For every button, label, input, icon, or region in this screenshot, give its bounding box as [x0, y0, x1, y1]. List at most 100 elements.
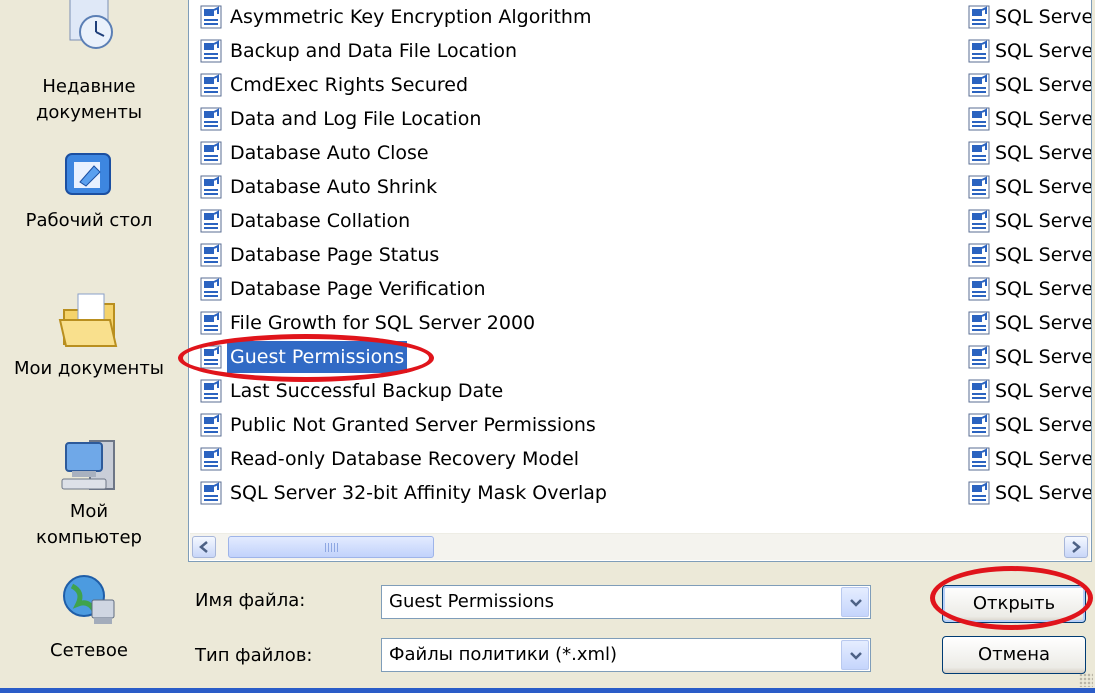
policy-file-icon	[200, 107, 222, 131]
file-row[interactable]: File Growth for SQL Server 2000 SQL Serve	[199, 307, 1091, 339]
place-desktop[interactable]: Рабочий стол	[0, 148, 178, 234]
filename-input[interactable]: Guest Permissions	[389, 586, 554, 618]
policy-file-icon	[200, 175, 222, 199]
policy-file-icon	[968, 175, 990, 199]
file-name: Public Not Granted Server Permissions	[230, 414, 596, 436]
policy-file-icon	[200, 277, 222, 301]
file-type: SQL Serve	[995, 244, 1092, 266]
file-type: SQL Serve	[995, 448, 1092, 470]
file-row[interactable]: Database Page Verification SQL Serve	[199, 273, 1091, 305]
file-row[interactable]: Public Not Granted Server Permissions SQL…	[199, 409, 1091, 441]
policy-file-icon	[968, 379, 990, 403]
file-type: SQL Serve	[995, 210, 1092, 232]
scroll-thumb[interactable]	[228, 536, 434, 558]
filetype-value: Файлы политики (*.xml)	[389, 644, 618, 665]
place-my-documents[interactable]: Мои документы	[0, 290, 178, 382]
policy-file-icon	[968, 413, 990, 437]
policy-file-icon	[968, 277, 990, 301]
file-row[interactable]: Database Collation SQL Serve	[199, 205, 1091, 237]
filetype-combo[interactable]: Файлы политики (*.xml)	[381, 638, 871, 672]
policy-file-icon	[968, 481, 990, 505]
place-label: Мой компьютер	[36, 501, 142, 548]
scroll-right-button[interactable]	[1064, 536, 1088, 558]
policy-file-icon	[200, 447, 222, 471]
place-label: Недавние документы	[35, 76, 143, 123]
file-row[interactable]: Asymmetric Key Encryption Algorithm SQL S…	[199, 1, 1091, 33]
place-label: Рабочий стол	[25, 210, 153, 231]
open-button[interactable]: Открыть	[942, 585, 1086, 623]
filename-combo[interactable]: Guest Permissions	[381, 585, 871, 619]
file-name: SQL Server 32-bit Affinity Mask Overlap	[230, 482, 607, 504]
policy-file-icon	[200, 379, 222, 403]
recent-documents-icon	[69, 0, 113, 49]
policy-file-icon	[968, 39, 990, 63]
place-my-computer[interactable]: Мой компьютер	[0, 435, 178, 551]
file-type: SQL Serve	[995, 142, 1092, 164]
file-row[interactable]: Database Auto Close SQL Serve	[199, 137, 1091, 169]
place-label: Сетевое	[50, 640, 128, 661]
network-icon	[63, 575, 115, 624]
policy-file-icon	[968, 141, 990, 165]
policy-file-icon	[200, 243, 222, 267]
file-name: Database Collation	[230, 210, 411, 232]
file-type: SQL Serve	[995, 40, 1092, 62]
policy-file-icon	[200, 73, 222, 97]
policy-file-icon	[968, 107, 990, 131]
file-row[interactable]: Guest Permissions SQL Serve	[199, 341, 1091, 373]
policy-file-icon	[968, 345, 990, 369]
file-type: SQL Serve	[995, 346, 1092, 368]
chevron-down-icon	[850, 599, 862, 607]
file-type: SQL Serve	[995, 380, 1092, 402]
cancel-button[interactable]: Отмена	[942, 636, 1086, 674]
file-row[interactable]: Data and Log File Location SQL Serve	[199, 103, 1091, 135]
chevron-down-icon	[850, 652, 862, 660]
place-network[interactable]: Сетевое	[0, 570, 178, 664]
chevron-right-icon	[1072, 541, 1081, 553]
policy-file-icon	[968, 5, 990, 29]
window-bottom-border	[0, 688, 1095, 693]
policy-file-icon	[968, 311, 990, 335]
file-name: Database Auto Close	[230, 142, 429, 164]
file-list[interactable]: Asymmetric Key Encryption Algorithm SQL S…	[188, 0, 1092, 562]
my-computer-icon	[61, 440, 115, 490]
places-bar: Недавние документы Рабочий стол Мои доку…	[0, 0, 178, 693]
policy-file-icon	[968, 73, 990, 97]
place-label: Мои документы	[13, 358, 165, 379]
file-type: SQL Serve	[995, 6, 1092, 28]
file-row[interactable]: SQL Server 32-bit Affinity Mask Overlap S…	[199, 477, 1091, 509]
file-name: Read-only Database Recovery Model	[230, 448, 580, 470]
policy-file-icon	[968, 209, 990, 233]
grip-icon	[325, 543, 339, 552]
filename-dropdown-button[interactable]	[841, 587, 869, 617]
place-recent-documents[interactable]: Недавние документы	[0, 0, 178, 126]
file-type: SQL Serve	[995, 414, 1092, 436]
my-documents-icon	[58, 293, 118, 347]
policy-file-icon	[200, 141, 222, 165]
file-name: CmdExec Rights Secured	[230, 74, 469, 96]
file-name: Database Page Verification	[230, 278, 486, 300]
scroll-left-button[interactable]	[192, 536, 216, 558]
file-name: Data and Log File Location	[230, 108, 482, 130]
file-type: SQL Serve	[995, 74, 1092, 96]
file-type: SQL Serve	[995, 278, 1092, 300]
file-row[interactable]: Backup and Data File Location SQL Serve	[199, 35, 1091, 67]
file-row[interactable]: Database Auto Shrink SQL Serve	[199, 171, 1091, 203]
horizontal-scrollbar[interactable]	[190, 533, 1090, 560]
policy-file-icon	[200, 209, 222, 233]
file-name: Last Successful Backup Date	[230, 380, 504, 402]
file-type: SQL Serve	[995, 482, 1092, 504]
filetype-dropdown-button[interactable]	[841, 640, 869, 670]
file-row[interactable]: Read-only Database Recovery Model SQL Ser…	[199, 443, 1091, 475]
policy-file-icon	[200, 5, 222, 29]
file-row[interactable]: Last Successful Backup Date SQL Serve	[199, 375, 1091, 407]
file-row[interactable]: Database Page Status SQL Serve	[199, 239, 1091, 271]
file-row[interactable]: CmdExec Rights Secured SQL Serve	[199, 69, 1091, 101]
file-name: File Growth for SQL Server 2000	[230, 312, 536, 334]
resize-grip-icon[interactable]	[1079, 673, 1093, 687]
file-name: Database Page Status	[230, 244, 440, 266]
file-type: SQL Serve	[995, 176, 1092, 198]
file-type: SQL Serve	[995, 312, 1092, 334]
policy-file-icon	[200, 311, 222, 335]
filetype-label: Тип файлов:	[195, 645, 313, 666]
desktop-icon	[65, 153, 111, 195]
